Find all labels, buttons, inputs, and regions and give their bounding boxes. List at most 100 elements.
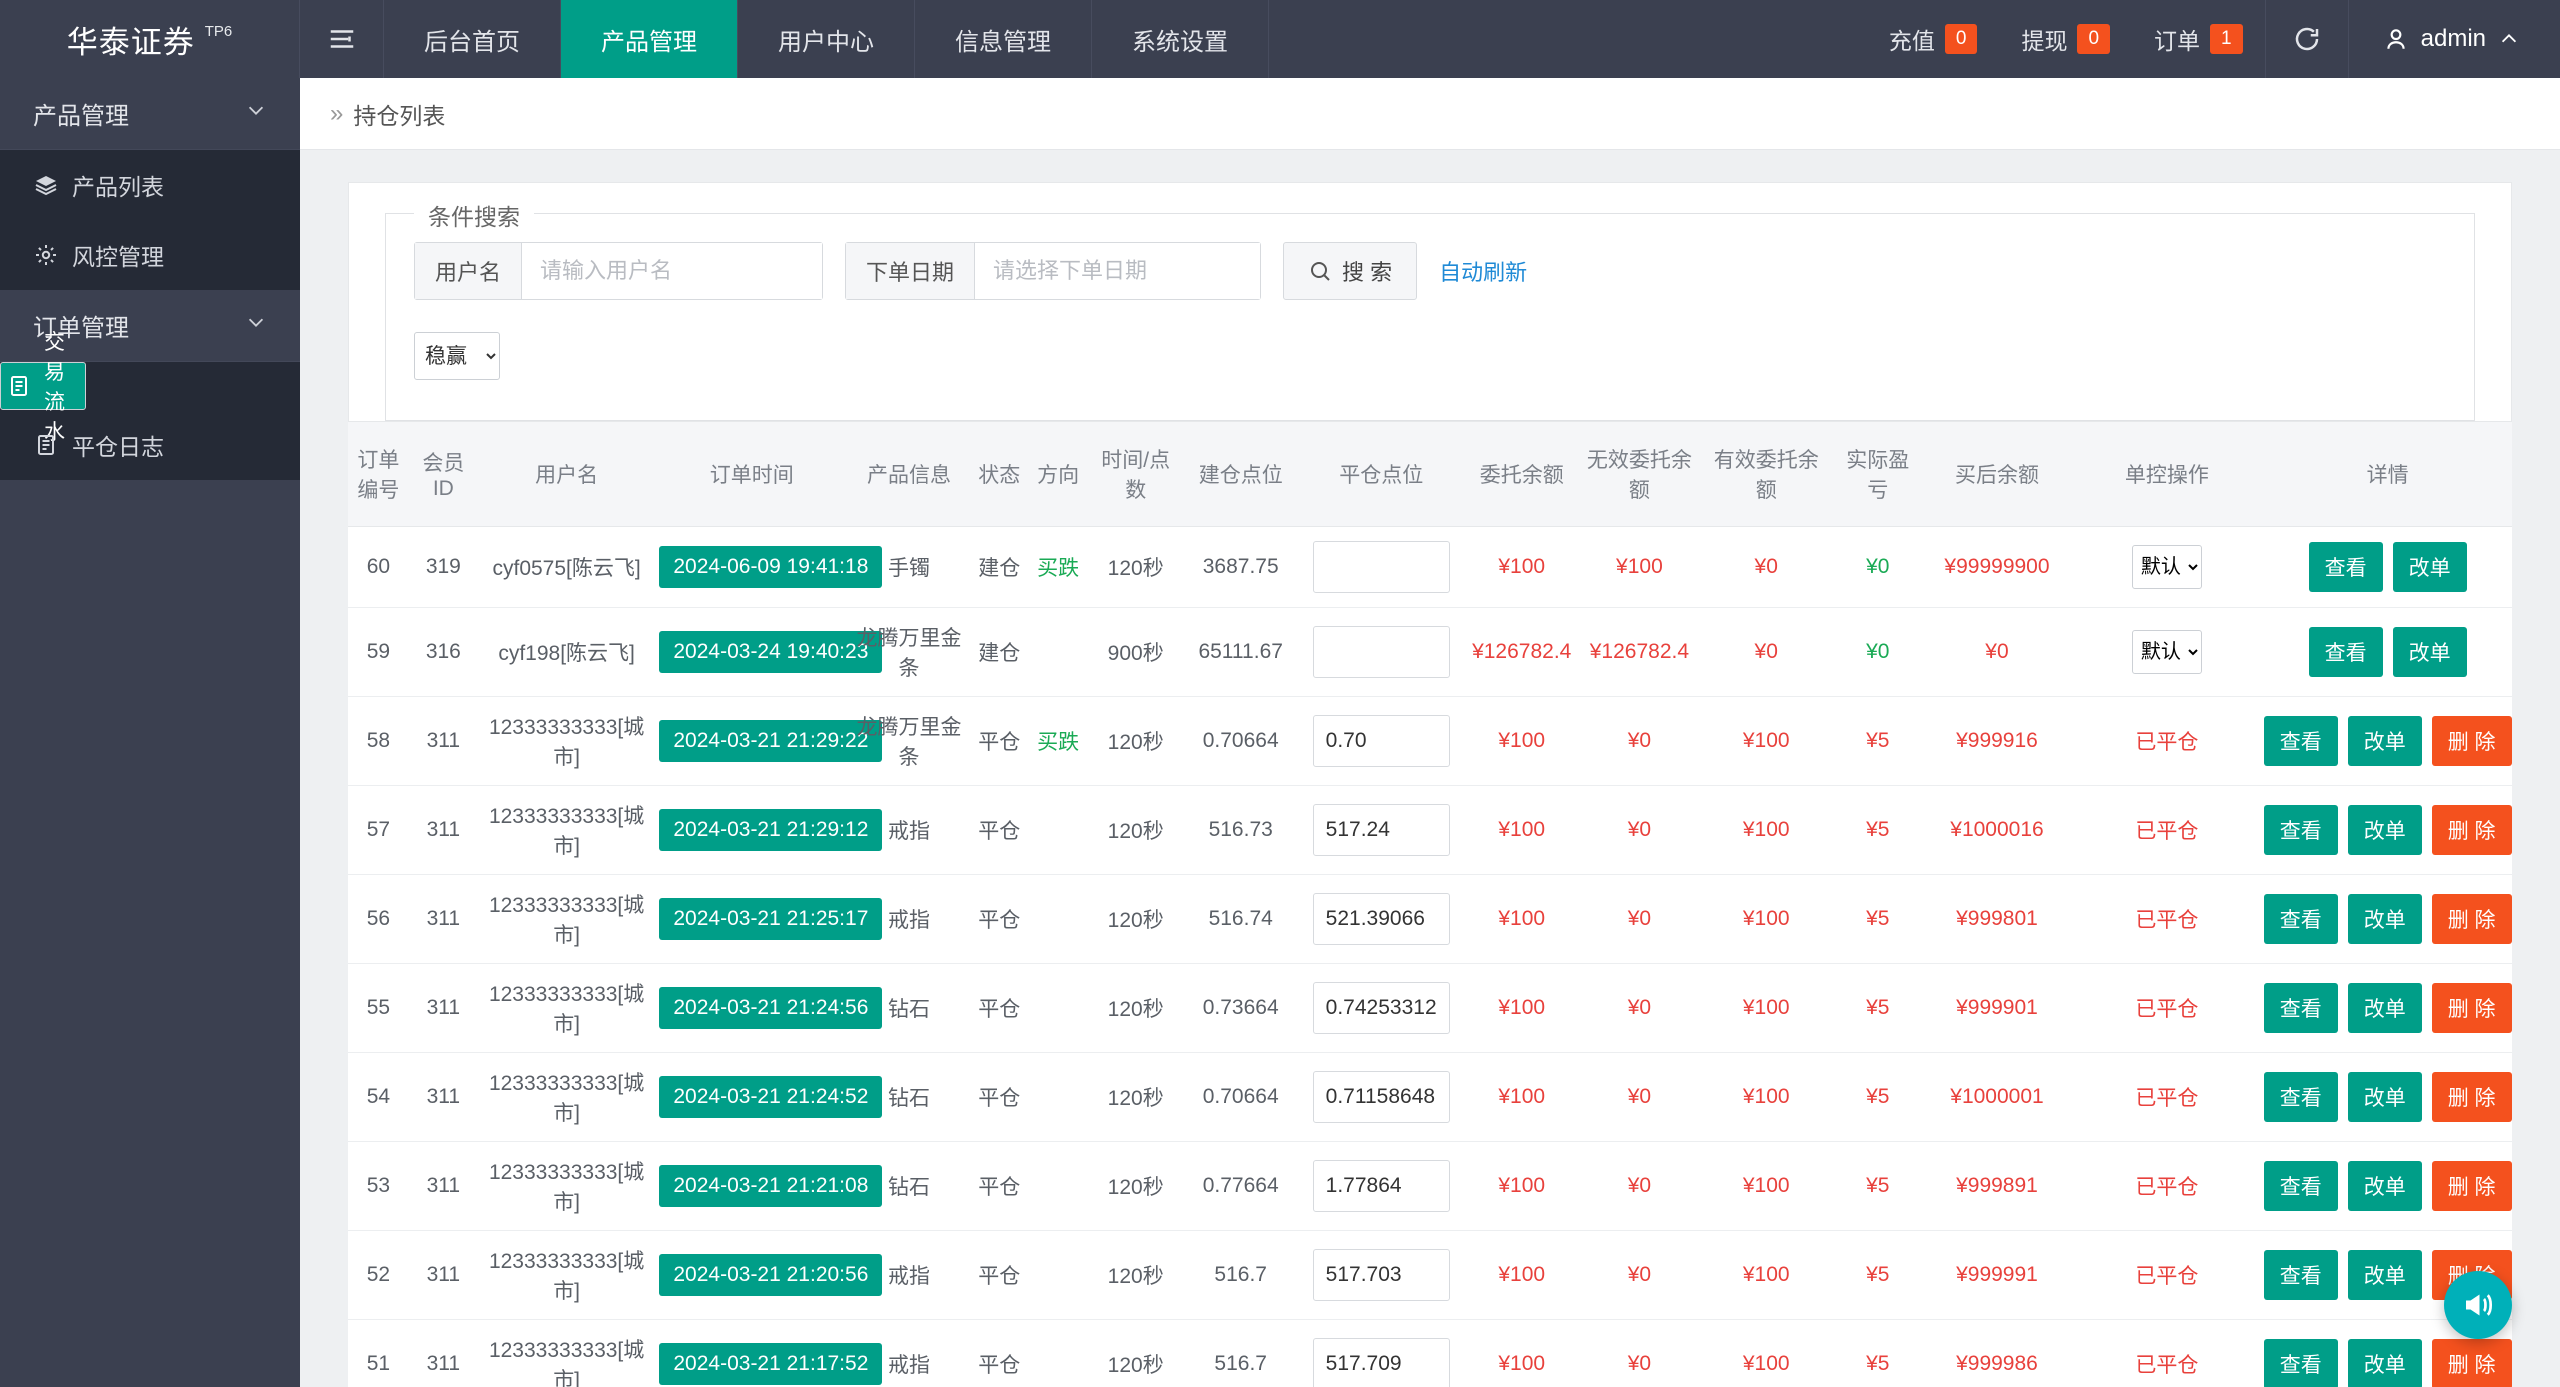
close-price-input[interactable] [1312,893,1450,945]
cell-profit: ¥5 [1832,963,1924,1053]
nav-tab-3[interactable]: 信息管理 [915,0,1092,78]
username-group: 用户名 [414,242,824,300]
search-legend: 条件搜索 [414,198,534,232]
action-button-view[interactable]: 查看 [2263,716,2338,766]
action-buttons: 查看改单删 除 [2263,1161,2512,1211]
order-time-chip: 2024-03-21 21:25:17 [659,898,883,940]
cell-close-price [1297,785,1465,875]
top-stat-2[interactable]: 订单 1 [2132,22,2265,56]
top-stat-0[interactable]: 充值 0 [1867,22,2000,56]
support-chat-button[interactable] [2444,1271,2512,1339]
doc-icon [33,432,59,458]
refresh-icon [2295,27,2318,51]
action-button-view[interactable]: 查看 [2308,542,2383,592]
close-price-input[interactable] [1312,715,1450,767]
close-price-input[interactable] [1312,541,1450,593]
action-button-view[interactable]: 查看 [2263,983,2338,1033]
action-button-view[interactable]: 查看 [2308,627,2383,677]
action-button-edit[interactable]: 改单 [2347,1339,2422,1387]
cell-close-price [1297,963,1465,1053]
cell-single-control: 已平仓 [2070,1319,2264,1387]
cell-valid-entrust: ¥100 [1700,785,1833,875]
nav-tab-1[interactable]: 产品管理 [561,0,738,78]
action-button-delete[interactable]: 删 除 [2431,894,2512,944]
cell-after-balance: ¥999986 [1923,1319,2071,1387]
brand-logo[interactable]: 华泰证券 TP6 [0,0,300,78]
action-button-view[interactable]: 查看 [2263,1161,2338,1211]
table-row: 55 311 12333333333[城市] 2024-03-21 21:24:56 钻… [348,963,2512,1053]
action-button-delete[interactable]: 删 除 [2431,1161,2512,1211]
cell-open-price: 0.70664 [1183,1052,1298,1142]
cell-after-balance: ¥999901 [1923,963,2071,1053]
action-button-edit[interactable]: 改单 [2347,1072,2422,1122]
sidebar-group-0[interactable]: 产品管理 [0,78,300,150]
refresh-button[interactable] [2264,0,2349,78]
action-button-delete[interactable]: 删 除 [2431,716,2512,766]
search-icon [1311,262,1330,281]
cell-open-price: 3687.75 [1183,526,1298,608]
mode-select[interactable]: 稳赢稳输默认 [414,332,500,380]
cell-profit: ¥5 [1832,1052,1924,1142]
action-button-view[interactable]: 查看 [2263,1339,2338,1387]
sidebar-item-1-0[interactable]: 交易流水 [0,331,86,444]
action-button-delete[interactable]: 删 除 [2431,1072,2512,1122]
cell-after-balance: ¥1000016 [1923,785,2071,875]
close-price-input[interactable] [1312,1338,1450,1387]
nav-tab-0[interactable]: 后台首页 [384,0,561,78]
action-button-edit[interactable]: 改单 [2347,894,2422,944]
close-price-input[interactable] [1312,1071,1450,1123]
cell-direction [1028,1141,1088,1231]
cell-member-id: 316 [408,607,478,697]
sidebar-item-0-0[interactable]: 产品列表 [0,150,300,220]
cell-after-balance: ¥1000001 [1923,1052,2071,1142]
action-button-edit[interactable]: 改单 [2392,627,2467,677]
date-input[interactable] [975,243,1261,299]
close-price-input[interactable] [1312,626,1450,678]
col-header-9: 平仓点位 [1297,422,1465,527]
auto-refresh-link[interactable]: 自动刷新 [1439,255,1527,287]
action-button-view[interactable]: 查看 [2263,805,2338,855]
action-button-edit[interactable]: 改单 [2347,983,2422,1033]
layers-icon [33,172,59,198]
closed-status-label: 已平仓 [2135,820,2199,843]
cell-close-price [1297,1230,1465,1320]
single-control-select[interactable]: 默认 [2131,545,2202,589]
cell-single-control: 已平仓 [2070,963,2264,1053]
cell-direction [1028,1230,1088,1320]
action-button-view[interactable]: 查看 [2263,1250,2338,1300]
cell-direction: 买跌 [1028,696,1088,786]
action-button-view[interactable]: 查看 [2263,1072,2338,1122]
user-menu[interactable]: admin [2349,0,2560,78]
close-price-input[interactable] [1312,982,1450,1034]
action-buttons: 查看改单删 除 [2263,1339,2512,1387]
menu-toggle-button[interactable] [300,0,384,78]
action-button-delete[interactable]: 删 除 [2431,805,2512,855]
doc-icon [7,373,31,399]
close-price-input[interactable] [1312,804,1450,856]
cell-username: 12333333333[城市] [477,1319,656,1387]
cell-open-price: 516.73 [1183,785,1298,875]
username-input[interactable] [522,243,823,299]
cell-order-id: 55 [348,963,409,1053]
nav-tab-2[interactable]: 用户中心 [738,0,915,78]
action-button-edit[interactable]: 改单 [2347,1161,2422,1211]
close-price-input[interactable] [1312,1160,1450,1212]
action-button-delete[interactable]: 删 除 [2431,983,2512,1033]
search-button[interactable]: 搜 索 [1283,242,1418,300]
nav-tab-4[interactable]: 系统设置 [1092,0,1269,78]
cell-after-balance: ¥99999900 [1923,526,2071,608]
chevron-up-icon [2501,34,2517,43]
single-control-select[interactable]: 默认 [2131,630,2202,674]
action-button-edit[interactable]: 改单 [2347,805,2422,855]
gear-icon [33,242,59,268]
action-button-edit[interactable]: 改单 [2347,1250,2422,1300]
action-button-view[interactable]: 查看 [2263,894,2338,944]
close-price-input[interactable] [1312,1249,1450,1301]
top-stat-1[interactable]: 提现 0 [1999,22,2132,56]
cell-order-id: 58 [348,696,409,786]
action-button-delete[interactable]: 删 除 [2431,1339,2512,1387]
action-button-edit[interactable]: 改单 [2347,716,2422,766]
action-button-edit[interactable]: 改单 [2392,542,2467,592]
action-buttons: 查看改单删 除 [2263,716,2512,766]
sidebar-item-0-1[interactable]: 风控管理 [0,220,300,290]
